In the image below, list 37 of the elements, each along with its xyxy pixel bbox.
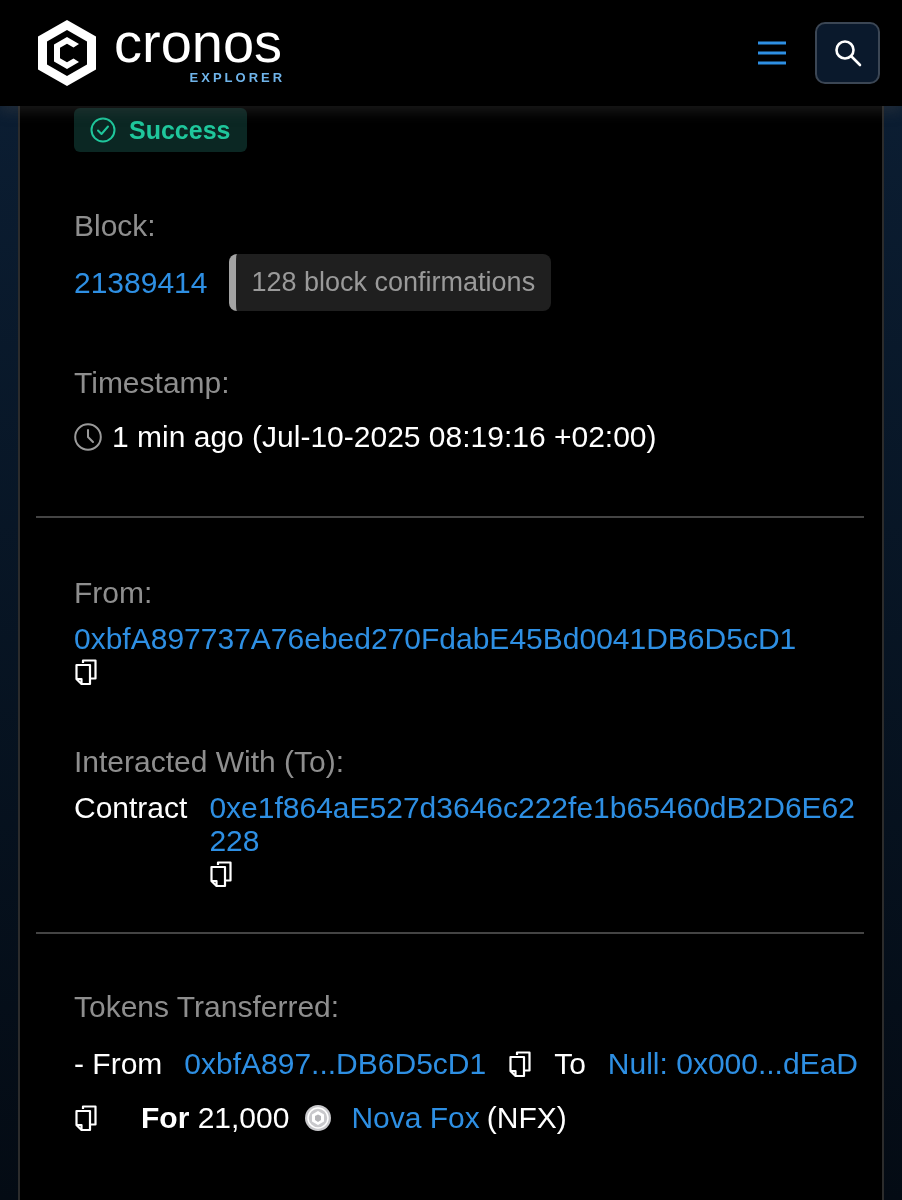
copy-icon [209,860,234,888]
brand-subtitle: EXPLORER [189,70,286,86]
brand-name: cronos [114,20,283,66]
copy-button[interactable] [74,1104,98,1132]
block-number-link[interactable]: 21389414 [74,266,208,299]
menu-icon [757,40,787,66]
copy-icon [74,1104,98,1132]
transfer-to-address-link[interactable]: Null: 0x000...dEaD [607,1037,858,1091]
timestamp-value: 1 min ago (Jul-10-2025 08:19:16 +02:00) [112,420,657,453]
transfer-from-label: - From [74,1046,163,1082]
confirmations-badge: 128 block confirmations [229,254,552,311]
search-icon [833,39,862,67]
copy-button[interactable] [508,1050,533,1078]
timestamp-label: Timestamp: [74,366,230,399]
transfer-to-label: To [554,1046,586,1082]
copy-icon [74,658,98,686]
check-circle-icon [90,117,116,143]
from-label: From: [74,576,153,609]
token-name-link[interactable]: Nova Fox [351,1091,480,1145]
contract-address-link[interactable]: 0xe1f864aE527d3646c222fe1b65460dB2D6E62228 [209,791,864,857]
token-symbol: (NFX) [486,1100,567,1136]
coin-logo-icon [305,1105,332,1131]
copy-button[interactable] [74,658,98,686]
block-label: Block: [74,209,156,242]
tokens-transferred-label: Tokens Transferred: [74,990,340,1023]
from-address-link[interactable]: 0xbfA897737A76ebed270FdabE45Bd0041DB6D5cD1 [74,622,797,655]
transfer-amount: For 21,000 [141,1100,290,1136]
status-label: Success [129,115,231,145]
hexagon-logo-icon [38,20,96,86]
transfer-from-address-link[interactable]: 0xbfA897...DB6D5cD1 [184,1037,487,1091]
copy-icon [508,1050,533,1078]
menu-button[interactable] [757,40,787,66]
contract-type-label: Contract [74,791,188,824]
clock-icon [74,422,102,451]
copy-button[interactable] [209,860,234,888]
interacted-with-label: Interacted With (To): [74,745,345,778]
search-button[interactable] [815,22,880,84]
